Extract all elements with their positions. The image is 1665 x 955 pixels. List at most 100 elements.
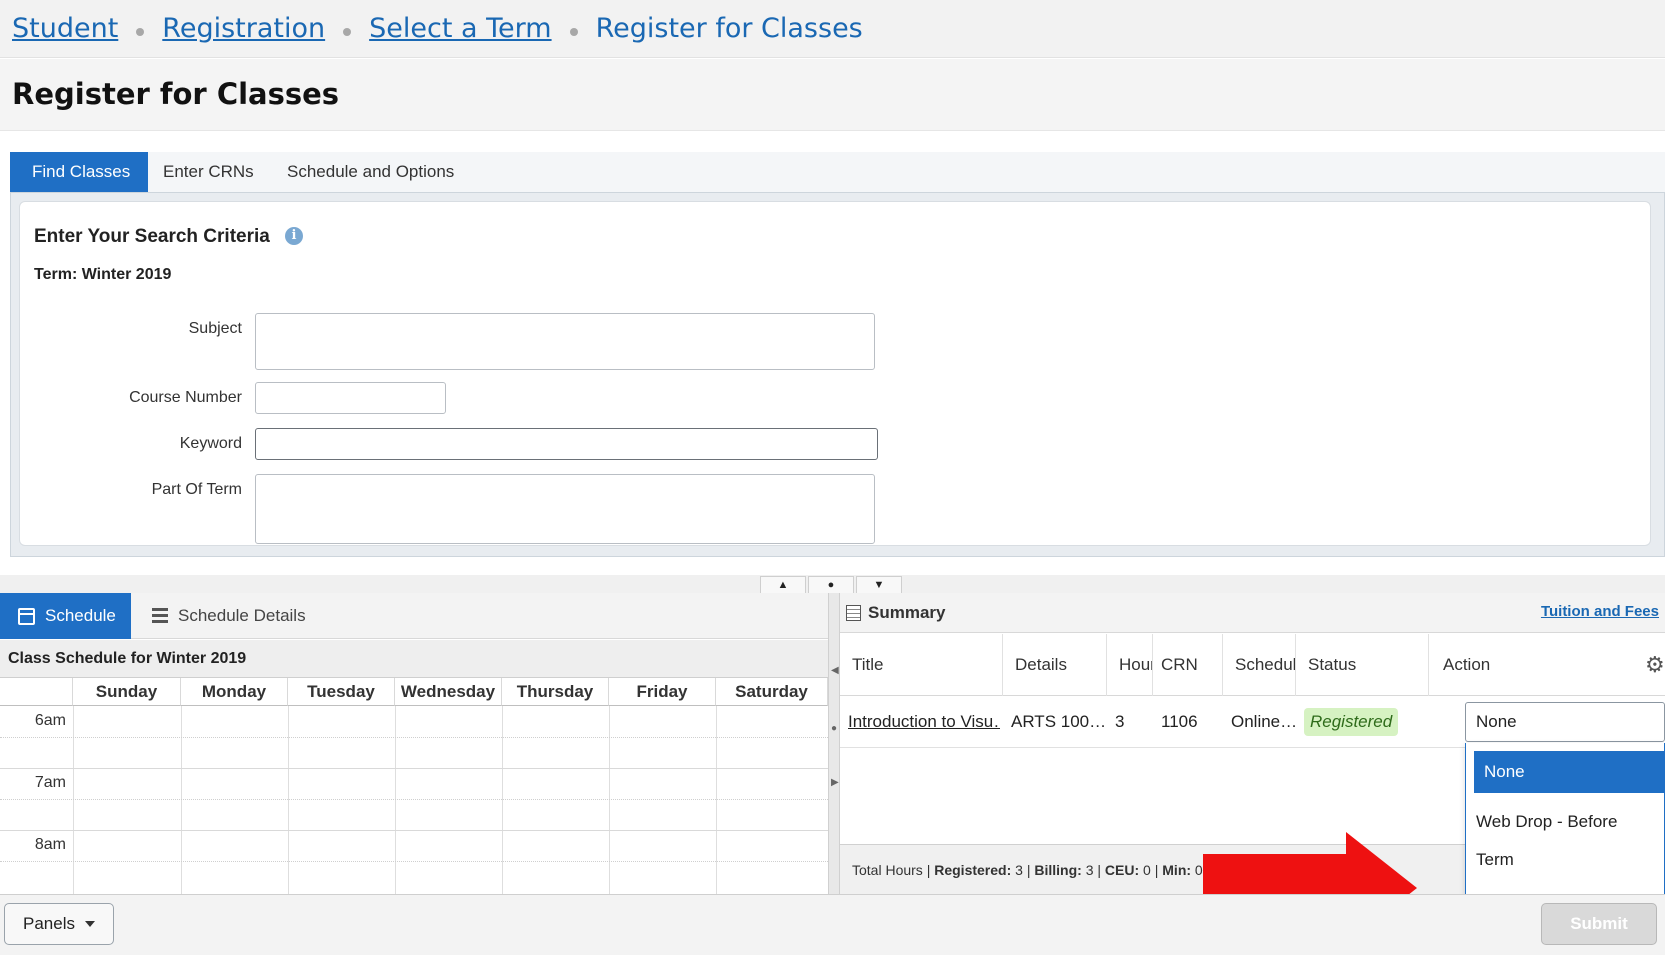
subject-field[interactable] xyxy=(255,313,875,370)
time-label-8am: 8am xyxy=(34,836,66,853)
gear-icon[interactable]: ⚙ xyxy=(1645,652,1665,677)
center-split-icon[interactable]: ● xyxy=(808,576,854,594)
vertical-splitter[interactable]: ◀ ● ▶ xyxy=(828,593,840,894)
day-header-tuesday: Tuesday xyxy=(288,678,395,706)
submit-button[interactable]: Submit xyxy=(1541,903,1657,945)
grid-line xyxy=(609,706,610,894)
time-label-7am: 7am xyxy=(34,774,66,791)
registered-label: Registered: xyxy=(934,862,1012,878)
register-for-classes-page: Student Registration Select a Term Regis… xyxy=(0,0,1665,955)
search-criteria-form: Enter Your Search Criteria i Term: Winte… xyxy=(19,201,1651,546)
billing-value: 3 xyxy=(1085,862,1094,878)
column-hours[interactable]: Hours xyxy=(1107,634,1153,696)
course-title-link[interactable]: Introduction to Visu… xyxy=(848,712,1000,731)
column-crn[interactable]: CRN xyxy=(1153,634,1223,696)
cell-crn: 1106 xyxy=(1161,712,1198,731)
center-split-icon[interactable]: ● xyxy=(831,723,837,734)
cell-details: ARTS 100… xyxy=(1011,712,1107,731)
tab-schedule-label: Schedule xyxy=(45,606,116,625)
tab-enter-crns[interactable]: Enter CRNs xyxy=(163,152,254,192)
tab-find-classes[interactable]: Find Classes xyxy=(10,152,148,192)
action-dropdown-list: None Web Drop - Before Term xyxy=(1465,743,1665,897)
action-option-term[interactable]: Term xyxy=(1466,839,1665,881)
breadcrumb-separator xyxy=(343,27,352,36)
grid-line xyxy=(395,706,396,894)
info-icon[interactable]: i xyxy=(285,227,303,245)
time-column-header xyxy=(0,678,73,706)
schedule-calendar: Sunday Monday Tuesday Wednesday Thursday… xyxy=(0,678,828,894)
totals-prefix: Total Hours | xyxy=(852,862,931,878)
breadcrumb-student[interactable]: Student xyxy=(12,13,118,44)
tuition-and-fees-link[interactable]: Tuition and Fees xyxy=(1541,603,1659,620)
column-action[interactable]: Action xyxy=(1429,634,1665,696)
cell-title: Introduction to Visu… xyxy=(840,696,1000,748)
panels-label: Panels xyxy=(23,914,75,933)
ceu-value: 0 xyxy=(1143,862,1151,878)
tab-schedule[interactable]: Schedule xyxy=(0,593,131,639)
column-title[interactable]: Title xyxy=(840,634,1003,696)
keyword-field[interactable] xyxy=(255,428,878,460)
grid-line xyxy=(288,706,289,894)
ceu-label: CEU: xyxy=(1104,862,1140,878)
action-select[interactable]: None xyxy=(1465,702,1665,742)
breadcrumb-registration[interactable]: Registration xyxy=(162,13,325,44)
grid-line xyxy=(0,861,828,862)
collapse-down-icon[interactable]: ▼ xyxy=(856,576,902,594)
summary-title: Summary xyxy=(868,603,946,622)
cell-hours: 3 xyxy=(1115,712,1125,731)
bottom-toolbar: Panels Submit xyxy=(0,894,1665,955)
grid-line xyxy=(0,799,828,800)
summary-header: Summary Tuition and Fees xyxy=(840,593,1665,633)
day-header-saturday: Saturday xyxy=(716,678,828,706)
breadcrumb-separator xyxy=(136,27,145,36)
day-header-sunday: Sunday xyxy=(73,678,181,706)
tab-schedule-details[interactable]: Schedule Details xyxy=(152,593,306,639)
breadcrumb-select-term[interactable]: Select a Term xyxy=(369,13,551,44)
search-panel: Enter Your Search Criteria i Term: Winte… xyxy=(10,192,1665,557)
calendar-icon xyxy=(18,607,35,625)
day-header-friday: Friday xyxy=(609,678,716,706)
summary-table-header: Title Details Hours CRN Schedule Status … xyxy=(840,634,1665,696)
grid-line xyxy=(181,706,182,894)
column-status[interactable]: Status xyxy=(1296,634,1429,696)
page-title: Register for Classes xyxy=(12,77,340,111)
course-number-field[interactable] xyxy=(255,382,446,414)
part-of-term-field[interactable] xyxy=(255,474,875,544)
collapse-left-icon[interactable]: ◀ xyxy=(831,665,839,676)
search-tabs: Find Classes Enter CRNs Schedule and Opt… xyxy=(10,152,1665,192)
page-title-bar: Register for Classes xyxy=(0,59,1665,131)
action-option-web-drop-before[interactable]: Web Drop - Before xyxy=(1466,801,1665,843)
subject-label: Subject xyxy=(188,320,242,337)
grid-line xyxy=(716,706,717,894)
list-icon xyxy=(152,608,168,624)
grid-line xyxy=(502,706,503,894)
chevron-down-icon xyxy=(84,921,95,927)
time-label-6am: 6am xyxy=(34,712,66,729)
cell-schedule: Online… xyxy=(1231,712,1296,731)
day-header-thursday: Thursday xyxy=(502,678,609,706)
registered-value: 3 xyxy=(1015,862,1023,878)
term-label: Term: Winter 2019 xyxy=(34,266,172,283)
schedule-heading: Class Schedule for Winter 2019 xyxy=(0,640,828,678)
grid-line xyxy=(0,737,828,738)
part-of-term-label: Part Of Term xyxy=(151,481,242,498)
status-badge: Registered xyxy=(1304,708,1399,736)
course-number-label: Course Number xyxy=(129,389,242,406)
collapse-right-icon[interactable]: ▶ xyxy=(831,777,839,788)
breadcrumb-separator xyxy=(569,27,578,36)
min-value: 0 xyxy=(1194,862,1203,878)
collapse-up-icon[interactable]: ▲ xyxy=(760,576,806,594)
grid-line xyxy=(0,768,828,769)
grid-line xyxy=(73,706,74,894)
cell-status: Registered xyxy=(1296,696,1429,748)
day-header-wednesday: Wednesday xyxy=(395,678,502,706)
grid-line xyxy=(0,830,828,831)
tab-schedule-and-options[interactable]: Schedule and Options xyxy=(287,152,454,192)
keyword-label: Keyword xyxy=(179,435,242,452)
action-option-none[interactable]: None xyxy=(1474,751,1665,793)
panels-button[interactable]: Panels xyxy=(4,903,114,945)
column-details[interactable]: Details xyxy=(1003,634,1107,696)
column-schedule[interactable]: Schedule xyxy=(1223,634,1296,696)
search-criteria-title: Enter Your Search Criteria xyxy=(34,226,270,247)
min-label: Min: xyxy=(1162,862,1192,878)
